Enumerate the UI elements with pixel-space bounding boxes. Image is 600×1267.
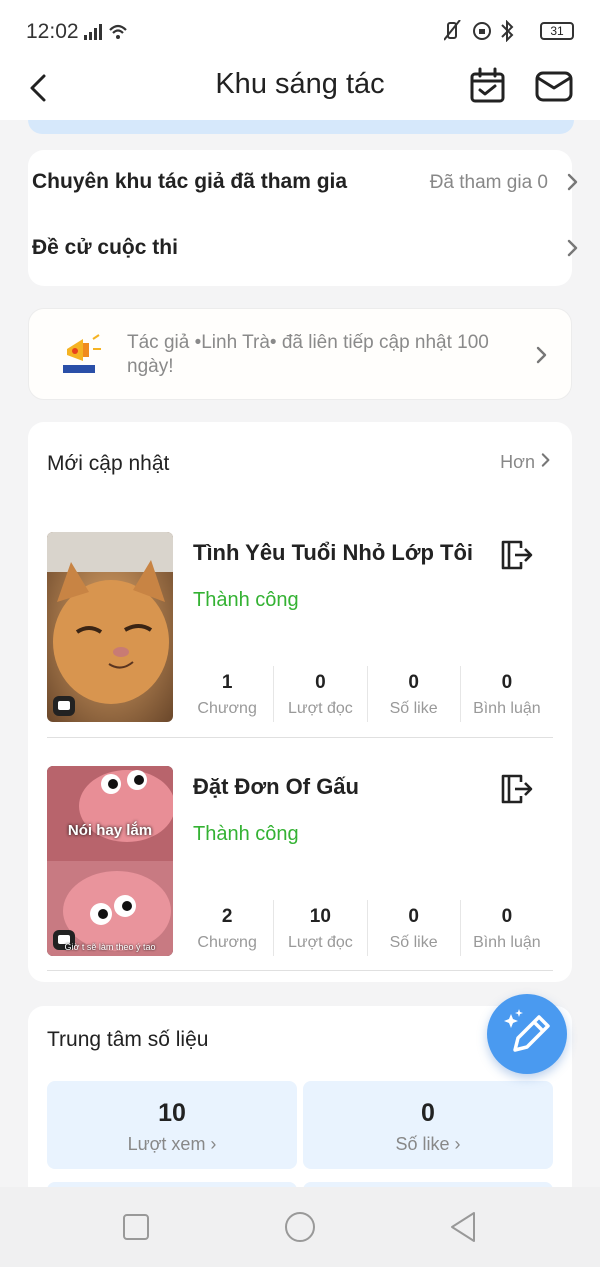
stat-comments: 0 Bình luận [459,900,553,956]
announcement-card[interactable]: Tác giả •Linh Trà• đã liên tiếp cập nhật… [28,308,572,400]
metric-label: Số like › [395,1134,461,1154]
story-stats: 2 Chương 10 Lượt đọc 0 Số like 0 Bình luận [181,900,553,956]
story-status: Thành công [193,589,299,611]
joined-author-zone-row[interactable]: Chuyên khu tác giả đã tham gia Đã tham g… [32,162,580,202]
back-triangle-icon[interactable] [446,1209,482,1245]
cover-caption-bottom: Giờ t sẽ làm theo ý tao [64,942,156,952]
status-bar: 12:02 31 [0,0,600,62]
row-label: Đề cử cuộc thi [32,236,178,259]
cover-caption-top: Nói hay lắm [67,822,153,839]
calendar-check-icon[interactable] [468,66,508,106]
exit-icon[interactable] [499,772,533,806]
exit-icon[interactable] [499,538,533,572]
section-title: Mới cập nhật [47,452,170,475]
announcement-text: Tác giả •Linh Trà• đã liên tiếp cập nhật… [127,332,489,377]
mail-icon[interactable] [534,66,574,106]
chevron-right-icon [541,453,550,467]
home-icon[interactable] [282,1209,318,1245]
story-title: Đặt Đơn Of Gấu [193,774,359,799]
divider [47,970,553,971]
section-title: Trung tâm số liệu [47,1028,209,1051]
pencil-sparkle-icon [504,1009,550,1052]
status-icons [444,20,514,42]
joined-count: Đã tham gia 0 [429,172,548,193]
more-link[interactable]: Hơn [500,452,552,473]
story-title: Tình Yêu Tuổi Nhỏ Lớp Tôi [193,540,474,565]
chevron-right-icon [536,346,547,364]
story-item[interactable]: Nói hay lắm Giờ t sẽ làm theo ý tao Đặt … [47,766,553,956]
metric-label: Lượt xem › [127,1134,217,1154]
more-label: Hơn [500,452,535,472]
stat-chapters: 1 Chương [197,672,257,717]
story-stats: 1 Chương 0 Lượt đọc 0 Số like 0 Bình luận [181,666,553,722]
stat-chapters: 2 Chương [197,906,257,951]
page-title: Khu sáng tác [215,68,385,100]
stat-comments: 0 Bình luận [459,666,553,722]
metric-value: 0 [421,1099,435,1127]
contest-nomination-row[interactable]: Đề cử cuộc thi [32,228,580,268]
recent-apps-icon[interactable] [118,1209,154,1245]
battery-icon: 31 [540,22,574,40]
metric-value: 10 [158,1099,186,1127]
chevron-right-icon [567,239,578,257]
story-item[interactable]: Tình Yêu Tuổi Nhỏ Lớp Tôi Thành công 1 Ch… [47,532,553,722]
signal-wifi-icon [84,24,127,40]
write-fab-button[interactable] [487,994,567,1074]
banner-edge [28,120,574,134]
header: Khu sáng tác [0,62,600,120]
system-nav-bar [0,1187,600,1267]
row-label: Chuyên khu tác giả đã tham gia [32,170,348,193]
recent-updates-card: Mới cập nhật Hơn Tình Yêu Tuổi Nhỏ Lớp T… [28,422,572,982]
story-cover-image: Nói hay lắm Giờ t sẽ làm theo ý tao [47,766,173,956]
metric-likes[interactable]: 0 Số like › [303,1081,553,1169]
status-time: 12:02 [26,20,79,43]
story-status: Thành công [193,823,299,845]
stat-reads: 10 Lượt đọc [273,900,366,956]
megaphone-icon [63,334,101,373]
stat-likes: 0 Số like [366,900,460,956]
metric-views[interactable]: 10 Lượt xem › [47,1081,297,1169]
divider [47,737,553,738]
stat-reads: 0 Lượt đọc [273,666,366,722]
stat-likes: 0 Số like [366,666,460,722]
story-cover-image [47,532,173,722]
chevron-right-icon [567,173,578,191]
